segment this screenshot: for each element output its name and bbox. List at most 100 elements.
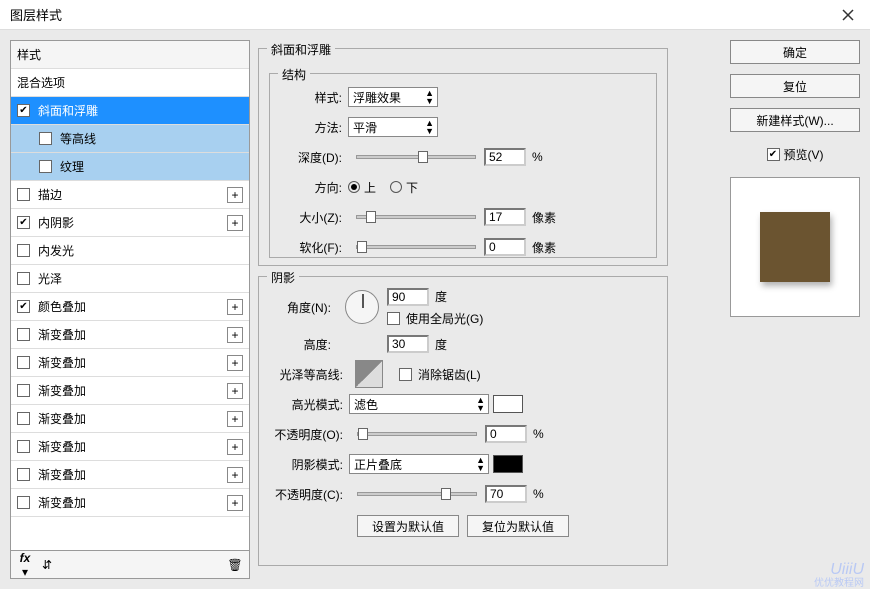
highlight-opacity-input[interactable] — [485, 425, 527, 443]
new-style-button[interactable]: 新建样式(W)... — [730, 108, 860, 132]
watermark-sub: 优优教程网 — [814, 574, 864, 589]
styles-sidebar: 样式 混合选项 斜面和浮雕等高线纹理描边+内阴影+内发光光泽颜色叠加+渐变叠加+… — [10, 40, 250, 579]
chevron-updown-icon: ▲▼ — [476, 456, 485, 472]
style-checkbox[interactable] — [17, 356, 30, 369]
style-item-13[interactable]: 渐变叠加+ — [11, 461, 249, 489]
dir-up-radio[interactable] — [348, 181, 360, 193]
chevron-updown-icon: ▲▼ — [476, 396, 485, 412]
preview-checkbox-row: 预览(V) — [730, 146, 860, 163]
style-item-0[interactable]: 斜面和浮雕 — [11, 97, 249, 125]
fx-menu[interactable]: fx ▾ — [17, 551, 33, 579]
style-item-3[interactable]: 描边 + — [11, 181, 249, 209]
style-checkbox[interactable] — [17, 272, 30, 285]
style-item-2[interactable]: 纹理 — [11, 153, 249, 181]
style-item-12[interactable]: 渐变叠加 + — [11, 433, 249, 461]
shadow-opacity-input[interactable] — [485, 485, 527, 503]
preview-box — [730, 177, 860, 317]
arrows-icon[interactable]: ⇵ — [39, 558, 55, 572]
gloss-contour-picker[interactable] — [355, 360, 383, 388]
style-item-label: 渐变叠加 — [38, 326, 86, 343]
style-checkbox[interactable] — [17, 440, 30, 453]
global-light-checkbox[interactable] — [387, 312, 400, 325]
add-effect-button[interactable]: + — [227, 355, 243, 371]
style-checkbox[interactable] — [17, 300, 30, 313]
style-item-label: 颜色叠加 — [38, 298, 86, 315]
style-select[interactable]: 浮雕效果▲▼ — [348, 87, 438, 107]
shadow-color-swatch[interactable] — [493, 455, 523, 473]
shadow-opacity-slider[interactable] — [357, 492, 477, 496]
style-item-label: 斜面和浮雕 — [38, 102, 98, 119]
style-label: 样式: — [278, 89, 348, 106]
style-item-label: 内发光 — [38, 242, 74, 259]
depth-slider[interactable] — [356, 155, 476, 159]
add-effect-button[interactable]: + — [227, 411, 243, 427]
technique-select[interactable]: 平滑▲▼ — [348, 117, 438, 137]
angle-input[interactable] — [387, 288, 429, 306]
style-item-6[interactable]: 光泽 — [11, 265, 249, 293]
style-item-label: 纹理 — [60, 158, 84, 175]
style-item-8[interactable]: 渐变叠加 + — [11, 321, 249, 349]
style-item-label: 渐变叠加 — [38, 382, 86, 399]
highlight-color-swatch[interactable] — [493, 395, 523, 413]
style-item-5[interactable]: 内发光 — [11, 237, 249, 265]
style-checkbox[interactable] — [17, 244, 30, 257]
add-effect-button[interactable]: + — [227, 215, 243, 231]
soften-label: 软化(F): — [278, 239, 348, 256]
style-checkbox[interactable] — [17, 468, 30, 481]
highlight-opacity-slider[interactable] — [357, 432, 477, 436]
style-item-14[interactable]: 渐变叠加+ — [11, 489, 249, 517]
style-item-11[interactable]: 渐变叠加 + — [11, 405, 249, 433]
altitude-input[interactable] — [387, 335, 429, 353]
percent-unit: % — [532, 150, 543, 164]
size-slider[interactable] — [356, 215, 476, 219]
preview-checkbox[interactable] — [767, 148, 780, 161]
style-checkbox[interactable] — [17, 188, 30, 201]
style-checkbox[interactable] — [17, 216, 30, 229]
add-effect-button[interactable]: + — [227, 383, 243, 399]
size-input[interactable] — [484, 208, 526, 226]
dir-down-radio[interactable] — [390, 181, 402, 193]
title-bar: 图层样式 — [0, 0, 870, 30]
add-effect-button[interactable]: + — [227, 467, 243, 483]
styles-header[interactable]: 样式 — [11, 41, 249, 69]
style-checkbox[interactable] — [39, 132, 52, 145]
style-checkbox[interactable] — [39, 160, 52, 173]
ok-button[interactable]: 确定 — [730, 40, 860, 64]
trash-icon[interactable]: 🗑 — [227, 558, 243, 572]
shadow-opacity-label: 不透明度(C): — [267, 486, 349, 503]
close-icon — [842, 9, 854, 21]
style-item-label: 等高线 — [60, 130, 96, 147]
bevel-group: 斜面和浮雕 结构 样式: 浮雕效果▲▼ 方法: 平滑▲▼ 深度(D): % — [258, 48, 668, 266]
style-checkbox[interactable] — [17, 412, 30, 425]
make-default-button[interactable]: 设置为默认值 — [357, 515, 459, 537]
style-item-10[interactable]: 渐变叠加 + — [11, 377, 249, 405]
style-checkbox[interactable] — [17, 496, 30, 509]
blend-options[interactable]: 混合选项 — [11, 69, 249, 97]
cancel-button[interactable]: 复位 — [730, 74, 860, 98]
angle-dial[interactable] — [345, 290, 379, 324]
add-effect-button[interactable]: + — [227, 495, 243, 511]
chevron-updown-icon: ▲▼ — [425, 119, 434, 135]
close-button[interactable] — [825, 0, 870, 30]
style-checkbox[interactable] — [17, 104, 30, 117]
depth-input[interactable] — [484, 148, 526, 166]
style-item-9[interactable]: 渐变叠加+ — [11, 349, 249, 377]
add-effect-button[interactable]: + — [227, 299, 243, 315]
style-item-4[interactable]: 内阴影+ — [11, 209, 249, 237]
style-item-label: 渐变叠加 — [38, 410, 86, 427]
style-item-label: 描边 — [38, 186, 62, 203]
style-item-1[interactable]: 等高线 — [11, 125, 249, 153]
style-checkbox[interactable] — [17, 384, 30, 397]
highlight-mode-select[interactable]: 滤色▲▼ — [349, 394, 489, 414]
add-effect-button[interactable]: + — [227, 439, 243, 455]
reset-default-button[interactable]: 复位为默认值 — [467, 515, 569, 537]
antialias-checkbox[interactable] — [399, 368, 412, 381]
style-item-7[interactable]: 颜色叠加 + — [11, 293, 249, 321]
soften-input[interactable] — [484, 238, 526, 256]
soften-slider[interactable] — [356, 245, 476, 249]
add-effect-button[interactable]: + — [227, 327, 243, 343]
style-item-label: 渐变叠加 — [38, 438, 86, 455]
add-effect-button[interactable]: + — [227, 187, 243, 203]
style-checkbox[interactable] — [17, 328, 30, 341]
shadow-mode-select[interactable]: 正片叠底▲▼ — [349, 454, 489, 474]
